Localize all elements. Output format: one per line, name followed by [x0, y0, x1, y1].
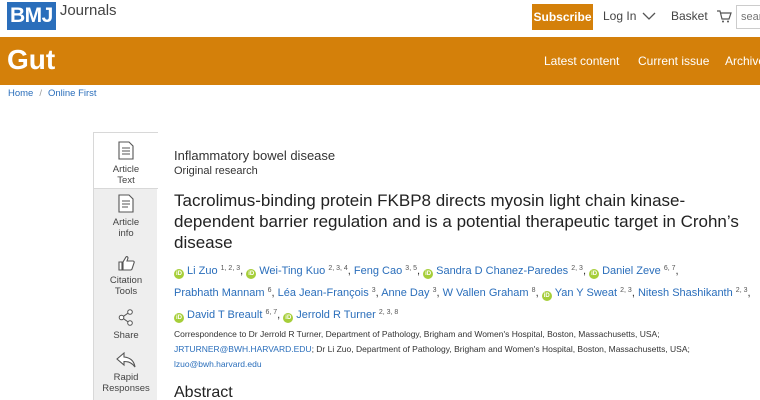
author-affiliation: 6, 7: [265, 309, 278, 316]
breadcrumb-online-first[interactable]: Online First: [48, 88, 97, 99]
tool-article-info[interactable]: Article info: [94, 194, 158, 239]
author-name: Li Zuo: [187, 265, 218, 277]
author-name: Sandra D Chanez-Paredes: [436, 265, 569, 277]
author-list: iD Li Zuo 1, 2, 3, iD Wei-Ting Kuo 2, 3, 4…: [174, 259, 760, 325]
nav-current-issue[interactable]: Current issue: [638, 54, 709, 68]
author-link[interactable]: Feng Cao 3, 5: [354, 265, 417, 277]
journals-logo-text: Journals: [59, 2, 117, 19]
author-link[interactable]: iD Daniel Zeve 6, 7: [589, 265, 676, 279]
author-name: Wei-Ting Kuo: [259, 265, 326, 277]
tool-label: Citation Tools: [109, 275, 143, 297]
correspondence: Correspondence to Dr Jerrold R Turner, D…: [174, 327, 754, 372]
orcid-icon[interactable]: iD: [174, 269, 184, 279]
reply-icon: [116, 352, 136, 368]
basket-label: Basket: [671, 9, 708, 23]
correspondence-email-zuo[interactable]: lzuo@bwh.harvard.edu: [174, 359, 262, 369]
journal-title[interactable]: Gut: [7, 43, 55, 77]
author-name: Léa Jean-François: [277, 287, 369, 299]
tool-label: Share: [113, 330, 139, 341]
orcid-icon[interactable]: iD: [589, 269, 600, 279]
document-icon: [118, 141, 134, 160]
author-name: Prabhath Mannam: [174, 287, 265, 299]
author-separator: ,: [535, 287, 542, 299]
author-separator: ,: [675, 265, 679, 277]
orcid-icon[interactable]: iD: [541, 291, 552, 301]
author-link[interactable]: Prabhath Mannam 6: [174, 287, 271, 299]
author-link[interactable]: Nitesh Shashikanth 2, 3: [638, 287, 748, 299]
author-link[interactable]: iD Yan Y Sweat 2, 3: [541, 287, 632, 301]
thumbs-up-icon: [117, 256, 135, 271]
article-type: Original research: [174, 165, 258, 177]
author-link[interactable]: Léa Jean-François 3: [278, 287, 376, 299]
author-name: Jerrold R Turner: [296, 309, 376, 321]
top-bar: BMJ Journals Subscribe Log In Basket: [0, 0, 760, 37]
author-affiliation: 1, 2, 3: [220, 265, 241, 272]
orcid-icon[interactable]: iD: [246, 269, 257, 279]
article-title: Tacrolimus-binding protein FKBP8 directs…: [174, 191, 739, 252]
login-menu[interactable]: Log In: [603, 9, 656, 23]
author-affiliation: 2, 3, 8: [378, 309, 399, 316]
bmj-journals-logo[interactable]: BMJ Journals: [7, 2, 117, 30]
orcid-icon[interactable]: iD: [174, 313, 184, 323]
tool-label: Rapid Responses: [102, 372, 150, 394]
author-affiliation: 2, 3, 4: [328, 265, 348, 272]
author-affiliation: 3, 5: [405, 265, 417, 272]
author-name: Anne Day: [381, 287, 430, 299]
subscribe-button[interactable]: Subscribe: [532, 4, 593, 30]
orcid-icon[interactable]: iD: [283, 313, 294, 323]
tool-rapid-responses[interactable]: Rapid Responses: [94, 352, 158, 394]
correspondence-text-2: ; Dr Li Zuo, Department of Pathology, Br…: [311, 344, 690, 354]
nav-archive[interactable]: Archive: [725, 54, 760, 68]
breadcrumb-home[interactable]: Home: [8, 88, 33, 99]
author-name: Daniel Zeve: [602, 265, 661, 277]
breadcrumb-separator: /: [39, 88, 42, 99]
orcid-icon[interactable]: iD: [423, 269, 434, 279]
correspondence-email-turner[interactable]: JRTURNER@BWH.HARVARD.EDU: [174, 344, 312, 354]
tool-label: Article info: [112, 217, 140, 239]
author-link[interactable]: iD Li Zuo 1, 2, 3: [174, 265, 241, 279]
author-link[interactable]: iD Sandra D Chanez-Paredes 2, 3: [423, 265, 583, 279]
author-affiliation: 6, 7: [663, 265, 676, 272]
abstract-heading: Abstract: [174, 384, 233, 400]
bmj-logo-mark: BMJ: [7, 2, 56, 30]
article-header: Inflammatory bowel disease Original rese…: [174, 148, 760, 400]
author-link[interactable]: Anne Day 3: [381, 287, 436, 299]
correspondence-text: Correspondence to Dr Jerrold R Turner, D…: [174, 329, 660, 339]
author-affiliation: 2, 3: [620, 287, 632, 294]
search-input[interactable]: [736, 5, 760, 29]
tool-share[interactable]: Share: [94, 309, 158, 341]
author-link[interactable]: iD David T Breault 6, 7: [174, 309, 278, 323]
author-name: David T Breault: [187, 309, 263, 321]
tool-article-text[interactable]: Article Text: [93, 132, 158, 189]
login-label: Log In: [603, 9, 637, 23]
journal-nav-bar: Gut Latest content Current issue Archive: [0, 37, 760, 85]
author-name: Feng Cao: [353, 265, 403, 277]
share-icon: [118, 309, 133, 326]
chevron-down-icon: [642, 12, 656, 20]
tool-label: Article Text: [112, 164, 140, 186]
author-affiliation: 2, 3: [571, 265, 583, 272]
basket-link[interactable]: Basket: [671, 9, 732, 23]
author-name: Yan Y Sweat: [554, 287, 618, 299]
author-name: Nitesh Shashikanth: [637, 287, 733, 299]
cart-icon: [716, 10, 732, 23]
info-icon: [118, 194, 134, 213]
author-name: W Vallen Graham: [442, 287, 529, 299]
author-separator: ,: [747, 287, 751, 299]
breadcrumb: Home / Online First: [8, 88, 97, 99]
author-link[interactable]: iD Jerrold R Turner 2, 3, 8: [283, 309, 399, 323]
author-link[interactable]: W Vallen Graham 8: [443, 287, 536, 299]
article-tools-panel: Article Text Article info Citation Tools…: [93, 132, 158, 400]
nav-latest-content[interactable]: Latest content: [544, 54, 619, 68]
tool-citation-tools[interactable]: Citation Tools: [94, 255, 158, 297]
author-link[interactable]: iD Wei-Ting Kuo 2, 3, 4: [246, 265, 348, 279]
author-affiliation: 2, 3: [735, 287, 748, 294]
article-category[interactable]: Inflammatory bowel disease: [174, 148, 760, 163]
